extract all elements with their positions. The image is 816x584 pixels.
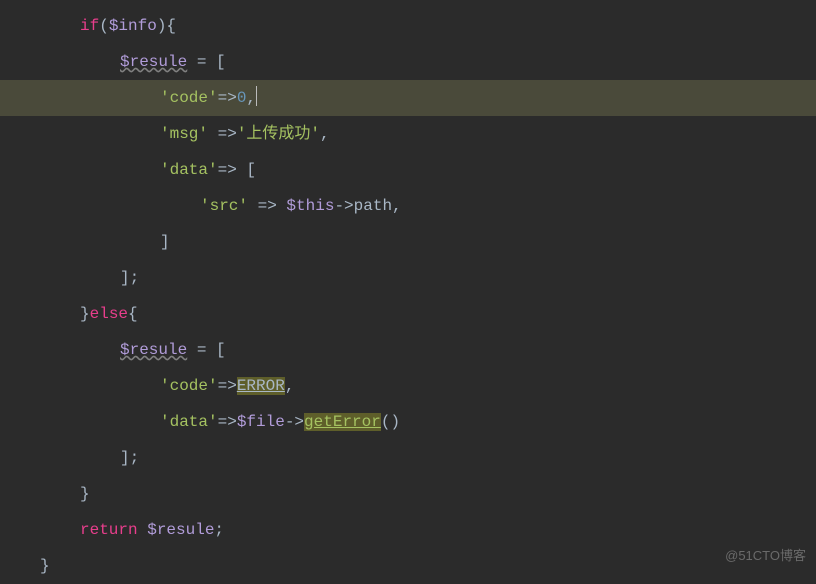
- paren-open: (: [99, 17, 109, 35]
- open-brace: {: [128, 305, 138, 323]
- close-bracket: ]: [160, 233, 170, 251]
- keyword-else: else: [90, 305, 128, 323]
- arrow: =>: [218, 89, 237, 107]
- call-parens: (): [381, 413, 400, 431]
- code-editor[interactable]: if($info){ $resule = [ 'code'=>0, 'msg' …: [0, 0, 816, 584]
- code-content: if($info){ $resule = [ 'code'=>0, 'msg' …: [0, 8, 816, 584]
- comma: ,: [246, 89, 256, 107]
- arrow: =>: [218, 161, 237, 179]
- number-zero: 0: [237, 89, 247, 107]
- method-geterror: getError: [304, 413, 381, 431]
- string-code: 'code': [160, 89, 218, 107]
- object-accessor: ->: [285, 413, 304, 431]
- property-path: path: [354, 197, 392, 215]
- keyword-return: return: [80, 521, 138, 539]
- code-line[interactable]: if($info){: [0, 8, 816, 44]
- watermark: @51CTO博客: [725, 538, 806, 574]
- code-line[interactable]: }: [0, 548, 816, 584]
- string-code: 'code': [160, 377, 218, 395]
- code-line[interactable]: }: [0, 476, 816, 512]
- open-bracket: [: [237, 161, 256, 179]
- code-line[interactable]: return $resule;: [0, 512, 816, 548]
- arrow: =>: [218, 377, 237, 395]
- close-brace: }: [80, 305, 90, 323]
- semicolon: ;: [214, 521, 224, 539]
- keyword-if: if: [80, 17, 99, 35]
- close-brace: }: [40, 557, 50, 575]
- comma: ,: [285, 377, 295, 395]
- variable-info: $info: [109, 17, 157, 35]
- code-line[interactable]: }else{: [0, 296, 816, 332]
- comma: ,: [320, 125, 330, 143]
- arrow: =>: [208, 125, 237, 143]
- code-line[interactable]: ];: [0, 440, 816, 476]
- variable-resule: $resule: [120, 53, 187, 71]
- code-line[interactable]: ]: [0, 224, 816, 260]
- variable-resule: $resule: [138, 521, 215, 539]
- code-line[interactable]: 'code'=>ERROR,: [0, 368, 816, 404]
- string-msg: 'msg': [160, 125, 208, 143]
- code-line[interactable]: 'src' => $this->path,: [0, 188, 816, 224]
- code-line[interactable]: 'data'=>$file->getError(): [0, 404, 816, 440]
- string-upload-success: '上传成功': [237, 125, 320, 143]
- close-bracket-semi: ];: [120, 269, 139, 287]
- arrow: =>: [248, 197, 286, 215]
- comma: ,: [392, 197, 402, 215]
- variable-this: $this: [286, 197, 334, 215]
- variable-resule: $resule: [120, 341, 187, 359]
- code-line-highlighted[interactable]: 'code'=>0,: [0, 80, 816, 116]
- code-line[interactable]: $resule = [: [0, 332, 816, 368]
- constant-error: ERROR: [237, 377, 285, 395]
- close-brace: }: [80, 485, 90, 503]
- code-line[interactable]: 'data'=> [: [0, 152, 816, 188]
- assign-open-bracket: = [: [187, 341, 225, 359]
- code-line[interactable]: 'msg' =>'上传成功',: [0, 116, 816, 152]
- string-src: 'src': [200, 197, 248, 215]
- code-line[interactable]: $resule = [: [0, 44, 816, 80]
- object-accessor: ->: [334, 197, 353, 215]
- string-data: 'data': [160, 413, 218, 431]
- code-line[interactable]: ];: [0, 260, 816, 296]
- variable-file: $file: [237, 413, 285, 431]
- string-data: 'data': [160, 161, 218, 179]
- text-cursor: [256, 86, 257, 106]
- assign-open-bracket: = [: [187, 53, 225, 71]
- paren-brace: ){: [157, 17, 176, 35]
- close-bracket-semi: ];: [120, 449, 139, 467]
- arrow: =>: [218, 413, 237, 431]
